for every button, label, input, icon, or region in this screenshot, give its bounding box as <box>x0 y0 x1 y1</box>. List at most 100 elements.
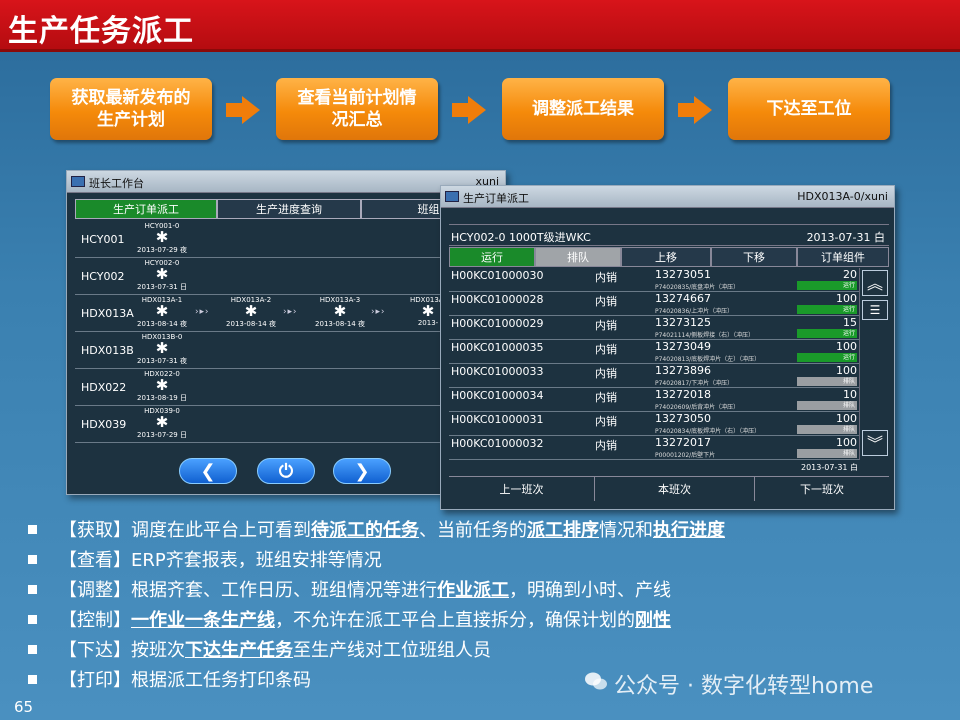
bullet-square-icon <box>28 524 37 534</box>
job-date: 2013-07-31 夜 <box>137 357 187 365</box>
order-qty: 100 <box>836 340 857 353</box>
next-shift-button[interactable]: 下一班次 <box>755 477 889 501</box>
job-item[interactable]: HCY001-0 ✱ 2013-07-29 夜 <box>131 222 193 257</box>
row-name: HDX013B <box>81 344 134 357</box>
row-name: HDX039 <box>81 418 127 431</box>
move-up-button[interactable]: 上移 <box>621 247 711 267</box>
order-scrollbar[interactable]: ︽ ☰ ︾ <box>859 268 889 460</box>
table-row[interactable]: H00KC01000030 内销 13273051 P74020835/底盘冲片… <box>449 268 859 292</box>
order-header-date: 2013-07-31 白 <box>806 231 885 244</box>
order-qty: 100 <box>836 412 857 425</box>
chevrons-icon: › ▸ › <box>195 307 208 317</box>
power-button[interactable]: ⏻ <box>257 458 315 484</box>
job-item[interactable]: HDX013B-0 ✱ 2013-07-31 夜 <box>131 333 193 368</box>
job-item[interactable]: HDX022-0 ✱ 2013-08-19 日 <box>131 370 193 405</box>
scroll-down-icon[interactable]: ︾ <box>862 430 888 456</box>
bullet-item: 【获取】调度在此平台上可看到待派工的任务、当前任务的派工排序情况和执行进度 <box>28 516 725 546</box>
run-button[interactable]: 运行 <box>449 247 535 267</box>
row-name: HCY001 <box>81 233 125 246</box>
table-row[interactable]: H00KC01000028 内销 13274667 P74020836/上冲片（… <box>449 292 859 316</box>
order-qty: 10 <box>843 388 857 401</box>
order-type: 内销 <box>595 271 617 284</box>
job-item[interactable]: HDX013A-3 ✱ 2013-08-14 夜 <box>309 296 371 331</box>
status-badge: 排队 <box>797 425 857 434</box>
order-part: P74020817/下冲片（冲压） <box>655 380 734 387</box>
order-type: 内销 <box>595 439 617 452</box>
order-type: 内销 <box>595 319 617 332</box>
app-icon <box>71 176 85 187</box>
job-item[interactable]: HDX039-0 ✱ 2013-07-29 日 <box>131 407 193 442</box>
current-shift-button[interactable]: 本班次 <box>595 477 755 501</box>
table-row[interactable]: H00KC01000034 内销 13272018 P74020609/后背冲片… <box>449 388 859 412</box>
table-row[interactable]: H00KC01000035 内销 13273049 P74020813/底板焊冲… <box>449 340 859 364</box>
step-1: 获取最新发布的生产计划 <box>50 78 212 140</box>
order-code: H00KC01000035 <box>451 341 544 354</box>
bullet-square-icon <box>28 674 37 684</box>
order-qty: 15 <box>843 316 857 329</box>
order-code: H00KC01000029 <box>451 317 544 330</box>
scroll-up-icon[interactable]: ︽ <box>862 270 888 296</box>
bullet-item: 【打印】根据派工任务打印条码 <box>28 666 311 696</box>
slide-title-bar: 生产任务派工 <box>0 0 960 52</box>
order-part: P74021114/侧板焊接（右）（冲压） <box>655 332 755 339</box>
table-row[interactable]: H00KC01000032 内销 13272017 P00001202/后壁下片… <box>449 436 859 460</box>
table-row[interactable]: H00KC01000031 内销 13273050 P74020834/底板焊冲… <box>449 412 859 436</box>
app-icon <box>445 191 459 202</box>
table-row[interactable]: H00KC01000029 内销 13273125 P74021114/侧板焊接… <box>449 316 859 340</box>
status-badge: 运行 <box>797 281 857 290</box>
step-3: 调整派工结果 <box>502 78 664 140</box>
order-header-label: HCY002-0 1000T级进WKC <box>451 231 591 244</box>
order-number: 13274667 <box>655 292 711 305</box>
job-date: 2013-08-19 日 <box>137 394 187 402</box>
order-code: H00KC01000033 <box>451 365 544 378</box>
order-dispatch-window: 生产订单派工 HDX013A-0/xuni HCY002-0 1000T级进WK… <box>440 185 895 510</box>
next-button[interactable]: ❯ <box>333 458 391 484</box>
job-date: 2013-08-14 夜 <box>315 320 365 328</box>
order-number: 13272018 <box>655 388 711 401</box>
table-row[interactable]: H00KC01000033 内销 13273896 P74020817/下冲片（… <box>449 364 859 388</box>
order-qty: 20 <box>843 268 857 281</box>
prev-shift-button[interactable]: 上一班次 <box>449 477 595 501</box>
job-date: 2013-07-29 夜 <box>137 246 187 254</box>
order-component-button[interactable]: 订单组件 <box>797 247 889 267</box>
order-qty: 100 <box>836 436 857 449</box>
order-code: H00KC01000032 <box>451 437 544 450</box>
tab-progress-query[interactable]: 生产进度查询 <box>217 199 361 219</box>
order-number: 13273050 <box>655 412 711 425</box>
row-name: HDX013A <box>81 307 134 320</box>
status-badge: 运行 <box>797 329 857 338</box>
job-item[interactable]: HDX013A-1 ✱ 2013-08-14 夜 <box>131 296 193 331</box>
step-2: 查看当前计划情况汇总 <box>276 78 438 140</box>
order-type: 内销 <box>595 295 617 308</box>
tab-order-dispatch[interactable]: 生产订单派工 <box>75 199 217 219</box>
order-part: P00001202/后壁下片 <box>655 452 716 459</box>
workbench-title: 班长工作台 <box>89 177 144 190</box>
job-date: 2013-08-14 夜 <box>137 320 187 328</box>
order-number: 13273125 <box>655 316 711 329</box>
watermark-text: 公众号 · 数字化转型home <box>614 674 874 699</box>
gear-icon: ✱ <box>244 302 258 320</box>
gear-icon: ✱ <box>155 228 169 246</box>
status-badge: 运行 <box>797 305 857 314</box>
job-date: 2013-08-14 夜 <box>226 320 276 328</box>
order-code: H00KC01000031 <box>451 413 544 426</box>
scroll-thumb-icon[interactable]: ☰ <box>862 300 888 320</box>
order-part: P74020609/后背冲片（冲压） <box>655 404 740 411</box>
order-number: 13273051 <box>655 268 711 281</box>
row-name: HCY002 <box>81 270 125 283</box>
page-number: 65 <box>14 698 34 716</box>
prev-button[interactable]: ❮ <box>179 458 237 484</box>
job-item[interactable]: HDX013A-2 ✱ 2013-08-14 夜 <box>220 296 282 331</box>
order-number: 13273049 <box>655 340 711 353</box>
queue-button[interactable]: 排队 <box>535 247 621 267</box>
step-4: 下达至工位 <box>728 78 890 140</box>
shift-buttons: 上一班次 本班次 下一班次 <box>449 476 889 501</box>
bullet-item: 【控制】一作业一条生产线，不允许在派工平台上直接拆分，确保计划的刚性 <box>28 606 671 636</box>
row-name: HDX022 <box>81 381 127 394</box>
order-type: 内销 <box>595 343 617 356</box>
move-down-button[interactable]: 下移 <box>711 247 797 267</box>
job-item[interactable]: HCY002-0 ✱ 2013-07-31 日 <box>131 259 193 294</box>
gear-icon: ✱ <box>155 376 169 394</box>
bullet-square-icon <box>28 554 37 564</box>
wechat-icon <box>585 672 607 690</box>
